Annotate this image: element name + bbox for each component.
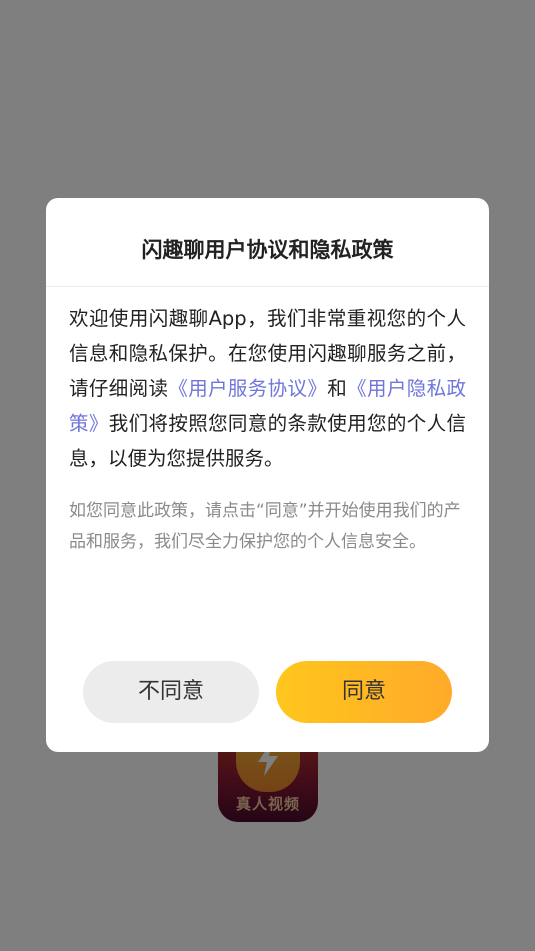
agree-button[interactable]: 同意 [276,661,452,723]
consent-note: 如您同意此政策，请点击“同意”并开始使用我们的产品和服务，我们尽全力保护您的个人… [69,501,461,552]
agreement-text-part3: 我们将按照您同意的条款使用您的个人信息，以便为您提供服务。 [69,412,466,470]
user-service-agreement-link[interactable]: 《用户服务协议》 [168,377,327,400]
privacy-dialog: 闪趣聊用户协议和隐私政策 欢迎使用闪趣聊App，我们非常重视您的个人信息和隐私保… [46,198,489,752]
dialog-body: 欢迎使用闪趣聊App，我们非常重视您的个人信息和隐私保护。在您使用闪趣聊服务之前… [46,287,489,557]
disagree-button[interactable]: 不同意 [83,661,259,723]
dialog-title: 闪趣聊用户协议和隐私政策 [46,198,489,287]
agreement-text-part2: 和 [327,377,348,400]
app-screen: 真人视频 闪趣聊用户协议和隐私政策 欢迎使用闪趣聊App，我们非常重视您的个人信… [0,0,535,951]
agreement-text: 欢迎使用闪趣聊App，我们非常重视您的个人信息和隐私保护。在您使用闪趣聊服务之前… [69,301,466,476]
